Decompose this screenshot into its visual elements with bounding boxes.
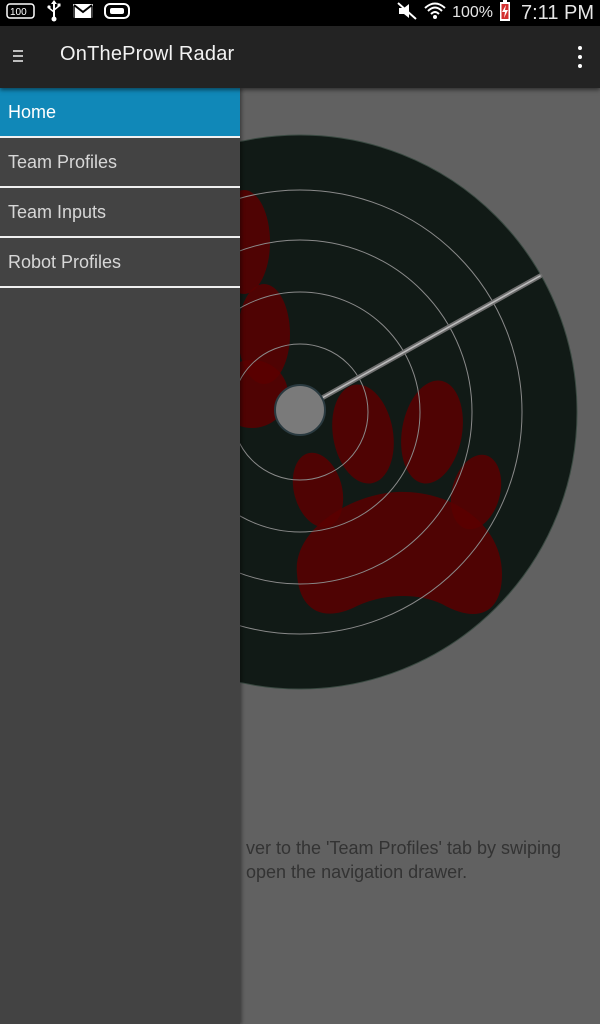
drawer-item-robot-profiles[interactable]: Robot Profiles [0,238,240,288]
gamepad-icon [104,2,130,24]
battery-percent: 100% [452,4,493,21]
screen: 100 100% 7:11 PM OnTheProwl Radar ver to… [0,0,600,1024]
status-bar-left: 100 [6,0,130,26]
hint-text: ver to the 'Team Profiles' tab by swipin… [246,836,600,884]
usb-icon [46,0,62,26]
hint-line-1: ver to the 'Team Profiles' tab by swipin… [246,838,562,858]
action-bar: OnTheProwl Radar [0,26,600,88]
status-bar-right: 100% 7:11 PM [396,0,594,26]
navigation-drawer: Home Team Profiles Team Inputs Robot Pro… [0,88,240,1024]
drawer-item-team-profiles[interactable]: Team Profiles [0,138,240,188]
wifi-icon [424,1,446,25]
drawer-toggle-icon[interactable] [13,50,27,64]
svg-text:100: 100 [10,7,27,18]
clock: 7:11 PM [521,1,594,24]
drawer-item-home[interactable]: Home [0,88,240,138]
overflow-menu-icon[interactable] [576,46,584,68]
battery-charging-icon [499,0,511,26]
hint-line-2: open the navigation drawer. [246,862,468,882]
status-bar: 100 100% 7:11 PM [0,0,600,26]
app-title: OnTheProwl Radar [60,43,235,65]
drawer-item-team-inputs[interactable]: Team Inputs [0,188,240,238]
notification-100-icon: 100 [6,2,36,24]
gmail-icon [72,3,94,23]
mute-icon [396,1,418,25]
